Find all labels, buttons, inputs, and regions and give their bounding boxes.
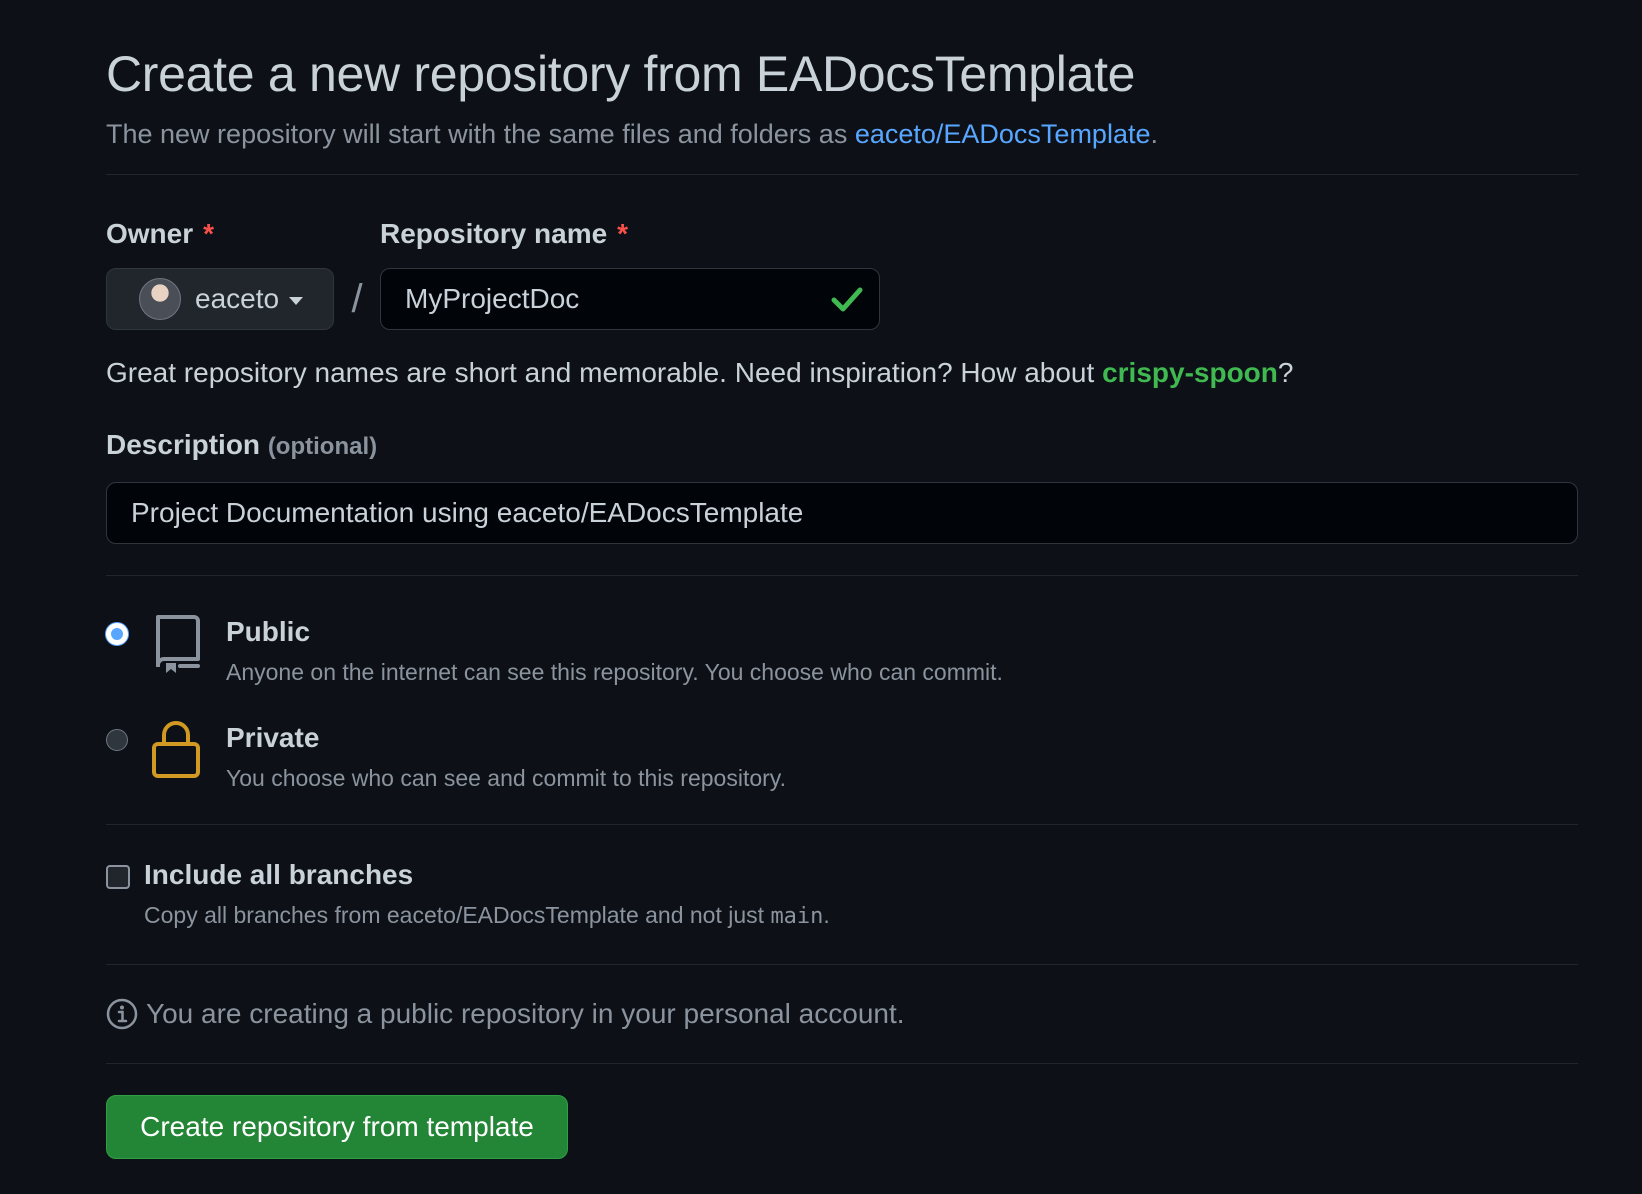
public-radio[interactable]: [106, 623, 128, 645]
private-description: You choose who can see and commit to thi…: [226, 765, 786, 791]
owner-dropdown[interactable]: eaceto: [106, 268, 334, 330]
divider: [106, 964, 1578, 965]
avatar: [139, 278, 181, 320]
include-branches-desc-text: Copy all branches from eaceto/EADocsTemp…: [144, 902, 771, 928]
info-message: You are creating a public repository in …: [106, 997, 1578, 1031]
include-branches-desc-period: .: [823, 902, 830, 928]
include-branches-text: Include all branches Copy all branches f…: [144, 858, 830, 932]
owner-label-text: Owner: [106, 218, 194, 249]
branch-name-code: main: [770, 904, 824, 929]
name-suggestion[interactable]: crispy-spoon: [1102, 357, 1278, 388]
private-text: Private You choose who can see and commi…: [226, 719, 786, 793]
lock-icon: [152, 721, 200, 778]
create-repository-button[interactable]: Create repository from template: [106, 1095, 568, 1159]
divider: [106, 575, 1578, 576]
public-text: Public Anyone on the internet can see th…: [226, 613, 1003, 687]
info-icon: [106, 998, 138, 1030]
visibility-private-option[interactable]: Private You choose who can see and commi…: [106, 719, 1578, 819]
visibility-public-option[interactable]: Public Anyone on the internet can see th…: [106, 613, 1578, 713]
owner-name: eaceto: [195, 283, 280, 314]
divider: [106, 174, 1578, 175]
required-mark: *: [617, 218, 629, 249]
name-hint: Great repository names are short and mem…: [106, 356, 1578, 390]
check-icon: [831, 287, 863, 312]
owner-repo-separator: /: [351, 277, 363, 321]
hint-question-mark: ?: [1277, 357, 1294, 388]
divider: [106, 1063, 1578, 1064]
repo-name-input[interactable]: MyProjectDoc: [380, 268, 880, 330]
public-title: Public: [226, 616, 311, 647]
page-title: Create a new repository from EADocsTempl…: [106, 46, 1136, 102]
include-branches-checkbox[interactable]: [106, 865, 130, 889]
divider: [106, 824, 1578, 825]
private-title: Private: [226, 722, 320, 753]
description-value: Project Documentation using eaceto/EADoc…: [131, 497, 804, 528]
page-subtitle: The new repository will start with the s…: [106, 116, 1578, 152]
repo-icon: [156, 615, 200, 673]
caret-down-icon: [289, 297, 304, 305]
include-branches-option[interactable]: Include all branches Copy all branches f…: [106, 858, 1578, 932]
include-branches-title: Include all branches: [144, 859, 414, 890]
public-description: Anyone on the internet can see this repo…: [226, 659, 1003, 685]
description-input[interactable]: Project Documentation using eaceto/EADoc…: [106, 482, 1578, 544]
required-mark: *: [203, 218, 215, 249]
owner-label: Owner *: [106, 217, 380, 251]
repo-name-label-text: Repository name: [380, 218, 608, 249]
name-inputs-row: eaceto / MyProjectDoc: [106, 268, 1578, 330]
form-container: Create a new repository from EADocsTempl…: [106, 0, 1578, 1159]
info-text: You are creating a public repository in …: [146, 998, 905, 1029]
repo-name-label: Repository name *: [380, 217, 628, 251]
template-link[interactable]: eaceto/EADocsTemplate: [855, 119, 1151, 149]
hint-text: Great repository names are short and mem…: [106, 357, 1103, 388]
private-radio[interactable]: [106, 729, 128, 751]
subtitle-text: The new repository will start with the s…: [106, 119, 855, 149]
description-label: Description (optional): [106, 428, 1578, 464]
include-branches-description: Copy all branches from eaceto/EADocsTemp…: [144, 900, 830, 932]
repo-name-value: MyProjectDoc: [405, 283, 580, 314]
subtitle-period: .: [1150, 119, 1158, 149]
description-label-text: Description: [106, 429, 261, 460]
name-labels-row: Owner * Repository name *: [106, 217, 1578, 251]
page: Create a new repository from EADocsTempl…: [0, 0, 1642, 1194]
optional-tag: (optional): [267, 433, 378, 460]
